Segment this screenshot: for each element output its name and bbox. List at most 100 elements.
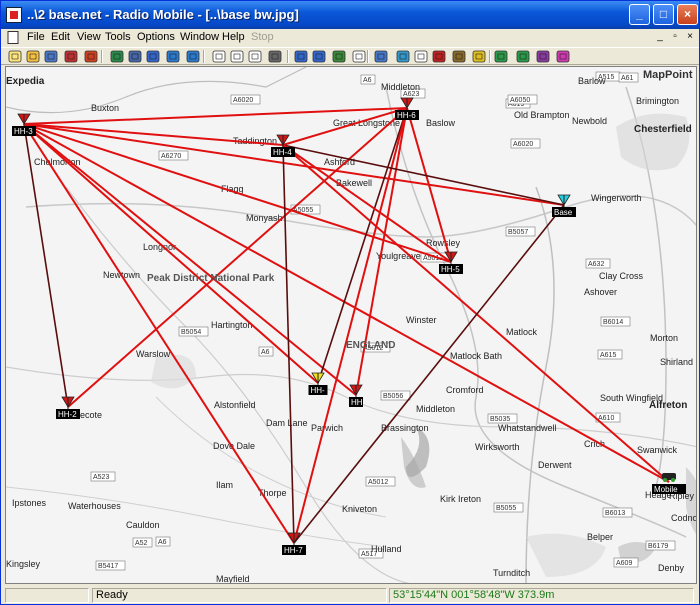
paste-icon[interactable] (311, 49, 327, 64)
save-icon[interactable] (43, 49, 59, 64)
sun-icon[interactable] (471, 49, 487, 64)
town-label: Chesterfield (634, 124, 692, 135)
radio-link-icon[interactable] (351, 49, 367, 64)
document-icon[interactable] (7, 31, 19, 44)
menu-help[interactable]: Help (222, 31, 245, 43)
road-marker: B5057 (505, 226, 536, 237)
minimize-button[interactable]: _ (629, 4, 650, 25)
new-picture-icon[interactable] (229, 49, 245, 64)
svg-text:B6013: B6013 (605, 510, 625, 517)
road-marker: B5035 (487, 413, 518, 424)
app-icon[interactable] (6, 7, 22, 23)
svg-text:A623: A623 (403, 91, 419, 98)
tower-icon[interactable] (515, 49, 531, 64)
svg-text:A6050: A6050 (510, 97, 530, 104)
road-marker: A6 (258, 346, 274, 357)
unit-label: Mobile (654, 485, 678, 494)
menu-tools[interactable]: Tools (105, 31, 131, 43)
new-icon[interactable] (7, 49, 23, 64)
coverage-icon[interactable] (373, 49, 389, 64)
merge-icon[interactable] (145, 49, 161, 64)
svg-text:A632: A632 (588, 261, 604, 268)
town-label: Brimington (636, 96, 679, 106)
road-marker: A6020 (230, 94, 261, 105)
close-button[interactable]: × (677, 4, 698, 25)
maximize-button[interactable]: □ (653, 4, 674, 25)
menu-file[interactable]: File (27, 31, 45, 43)
town-label: Expedia (6, 76, 45, 87)
print-icon[interactable] (267, 49, 283, 64)
town-label: Winster (406, 315, 437, 325)
unit-label: HH (351, 398, 363, 407)
smiley-icon[interactable] (555, 49, 571, 64)
copy-picture-icon[interactable] (247, 49, 263, 64)
menu-view[interactable]: View (77, 31, 101, 43)
town-label: Clay Cross (599, 271, 644, 281)
svg-text:A6: A6 (261, 349, 270, 356)
map-properties-icon[interactable] (127, 49, 143, 64)
radio-link-line (23, 123, 295, 544)
unit-marker[interactable]: HH-7 (282, 532, 306, 555)
road-marker: B6014 (600, 316, 631, 327)
points-icon[interactable] (413, 49, 429, 64)
svg-text:B5055: B5055 (496, 505, 516, 512)
draw-icon[interactable] (331, 49, 347, 64)
road-marker: A52 (132, 537, 153, 548)
unit-label: HH- (311, 386, 326, 395)
unit-label: HH-3 (14, 127, 33, 136)
town-label: Middleton (381, 82, 420, 92)
world-icon[interactable] (109, 49, 125, 64)
town-label: Shirland (660, 357, 693, 367)
town-label: Cauldon (126, 520, 160, 530)
road-marker: A632 (585, 258, 611, 269)
town-label: Middleton (416, 404, 455, 414)
globe-icon[interactable] (493, 49, 509, 64)
svg-text:B5057: B5057 (508, 229, 528, 236)
forward-arrow-icon[interactable] (185, 49, 201, 64)
grid-icon[interactable] (395, 49, 411, 64)
radio-link-line (23, 123, 565, 206)
menu-bar: File Edit View Tools Options Window Help… (1, 29, 699, 47)
elevation-icon[interactable] (451, 49, 467, 64)
radio-links (23, 107, 670, 544)
path-icon[interactable] (535, 49, 551, 64)
wheel-icon (663, 478, 667, 482)
unit-properties-icon[interactable] (83, 49, 99, 64)
unit-marker[interactable]: Base (552, 194, 576, 217)
child-restore-button[interactable]: ▫ (668, 31, 682, 44)
child-minimize-button[interactable]: _ (653, 31, 667, 44)
svg-text:A6: A6 (363, 77, 372, 84)
status-panel-empty (5, 588, 89, 603)
menu-window[interactable]: Window (180, 31, 219, 43)
country-label: ENGLAND (346, 340, 395, 351)
svg-text:A615: A615 (600, 352, 616, 359)
menu-options[interactable]: Options (137, 31, 175, 43)
town-label: Kniveton (342, 504, 377, 514)
town-label: Rowsley (426, 238, 461, 248)
map-view[interactable]: A6 A623 A6020 A619 A6050 A515 A6270 A6020 A61 A63… (5, 66, 697, 584)
copy-icon[interactable] (293, 49, 309, 64)
unit-marker[interactable]: HH (349, 384, 363, 407)
open-icon[interactable] (25, 49, 41, 64)
unit-label: HH-5 (441, 265, 460, 274)
unit-label: HH-2 (58, 410, 77, 419)
town-label: Hartington (211, 320, 253, 330)
menu-edit[interactable]: Edit (51, 31, 70, 43)
child-close-button[interactable]: × (683, 31, 697, 44)
town-label: Kirk Ireton (440, 494, 481, 504)
road-marker: B5056 (380, 390, 411, 401)
map-canvas[interactable]: A6A623A6020A619A6050A515A6270A6020A61A63… (6, 67, 697, 584)
toolbar (1, 47, 699, 65)
town-label: Whatstandwell (498, 423, 557, 433)
town-label: Matlock Bath (450, 351, 502, 361)
close-x-icon[interactable] (431, 49, 447, 64)
unit-label: HH-6 (397, 111, 416, 120)
svg-text:B5056: B5056 (383, 393, 403, 400)
toolbar-separator (101, 50, 103, 63)
title-bar[interactable]: ..\2 base.net - Radio Mobile - [..\base … (1, 1, 699, 29)
town-label: Warslow (136, 349, 171, 359)
network-properties-icon[interactable] (63, 49, 79, 64)
picture-icon[interactable] (211, 49, 227, 64)
back-arrow-icon[interactable] (165, 49, 181, 64)
town-label: Baslow (426, 118, 456, 128)
